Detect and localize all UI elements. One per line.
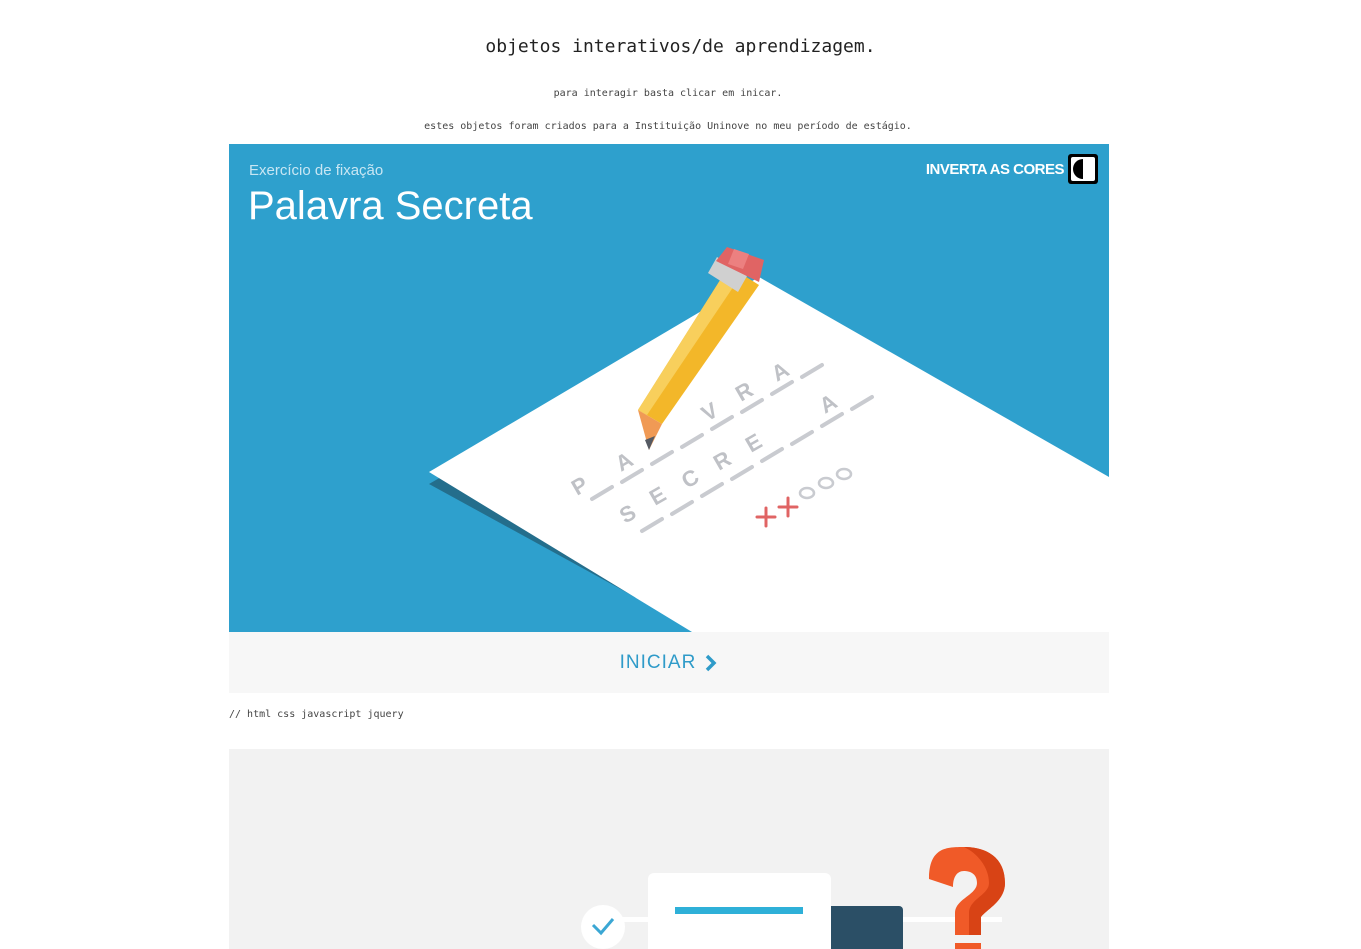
palavra-secreta-card: P A V R A S E C R E A Exercício de fixaç… (229, 144, 1109, 632)
question-mark-icon (929, 847, 1005, 949)
tech-stack-text: // html css javascript jquery (229, 709, 404, 720)
contrast-icon (1068, 154, 1098, 184)
chevron-right-icon (706, 654, 717, 671)
page-title: objetos interativos/de aprendizagem. (485, 36, 876, 57)
note-text: estes objetos foram criados para a Insti… (424, 121, 912, 132)
instruction-text: para interagir basta clicar em inicar. (553, 88, 783, 99)
start-label: INICIAR (619, 651, 697, 673)
card-title: Palavra Secreta (248, 184, 533, 228)
card-eyebrow: Exercício de fixação (249, 162, 384, 179)
start-button[interactable]: INICIAR (229, 632, 1109, 693)
second-object-card (229, 749, 1109, 949)
invert-colors-button[interactable]: INVERTA AS CORES (926, 154, 1098, 184)
quiz-illustration (581, 847, 1005, 949)
invert-colors-label: INVERTA AS CORES (925, 160, 1065, 178)
